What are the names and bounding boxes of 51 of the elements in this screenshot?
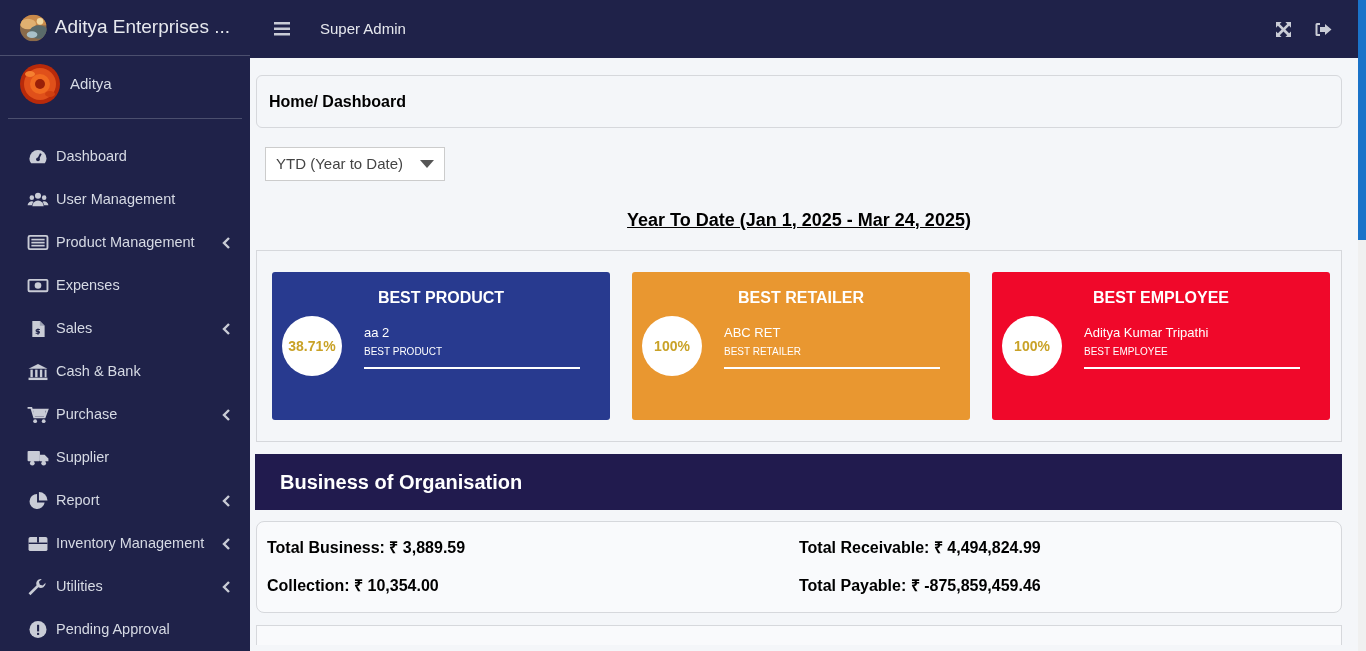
card-title: BEST EMPLOYEE xyxy=(1092,288,1230,308)
breadcrumb: Home/ Dashboard xyxy=(269,91,406,112)
card-title: BEST RETAILER xyxy=(737,288,865,308)
summary-stat: Total Business: ₹ 3,889.59 xyxy=(267,538,467,558)
section-title: Business of Organisation xyxy=(280,470,523,495)
scrollbar-thumb[interactable] xyxy=(1358,0,1366,240)
summary-stat: Collection: ₹ 10,354.00 xyxy=(267,576,440,596)
sidebar-item[interactable]: Sales xyxy=(0,307,250,350)
box-icon xyxy=(27,534,49,553)
sidebar-item[interactable]: Cash & Bank xyxy=(0,350,250,393)
brand-name[interactable]: Aditya Enterprises ... xyxy=(54,13,230,42)
gauge-icon xyxy=(27,147,49,166)
sidebar-item[interactable]: Expenses xyxy=(0,264,250,307)
sidebar-item[interactable]: Product Management xyxy=(0,221,250,264)
percent-circle: 100% xyxy=(642,316,702,376)
sidebar-item[interactable]: Supplier xyxy=(0,436,250,479)
user-name: Aditya xyxy=(70,73,112,94)
logout-icon[interactable] xyxy=(1315,21,1332,37)
percent-circle: 38.71% xyxy=(282,316,342,376)
bank-icon xyxy=(27,362,49,381)
period-select[interactable]: YTD (Year to Date) xyxy=(265,147,445,181)
users-icon xyxy=(27,190,49,209)
banknote-icon xyxy=(27,276,49,295)
dropdown-caret-icon xyxy=(420,160,434,168)
fullscreen-icon[interactable] xyxy=(1276,21,1291,37)
list-icon xyxy=(27,233,49,252)
sidebar-item[interactable]: Report xyxy=(0,479,250,522)
sidebar-item[interactable]: Dashboard xyxy=(0,135,250,178)
sidebar-item[interactable]: Utilities xyxy=(0,565,250,608)
scrollbar[interactable] xyxy=(1358,0,1366,651)
alert-icon xyxy=(27,620,49,639)
period-heading: Year To Date (Jan 1, 2025 - Mar 24, 2025) xyxy=(626,209,972,232)
truck-icon xyxy=(27,448,49,467)
highlight-name: ABC RET xyxy=(724,323,782,342)
menu-icon[interactable] xyxy=(274,22,290,36)
user-role[interactable]: Super Admin xyxy=(320,17,406,41)
highlight-name: aa 2 xyxy=(364,323,391,342)
summary-stat: Total Payable: ₹ -875,859,459.46 xyxy=(799,576,1042,596)
sidebar-item[interactable]: Purchase xyxy=(0,393,250,436)
highlight-caption: BEST PRODUCT xyxy=(364,345,444,360)
sidebar-item[interactable]: Inventory Management xyxy=(0,522,250,565)
highlight-caption: BEST EMPLOYEE xyxy=(1084,345,1169,360)
percent-circle: 100% xyxy=(1002,316,1062,376)
summary-stat: Total Receivable: ₹ 4,494,824.99 xyxy=(799,538,1042,558)
cart-icon xyxy=(27,405,49,424)
card-title: BEST PRODUCT xyxy=(376,288,506,308)
highlight-name: Aditya Kumar Tripathi xyxy=(1084,323,1210,342)
sidebar-item[interactable]: Pending Approval xyxy=(0,608,250,651)
pie-chart-icon xyxy=(27,491,49,510)
sidebar-item[interactable]: User Management xyxy=(0,178,250,221)
highlight-caption: BEST RETAILER xyxy=(724,345,802,360)
